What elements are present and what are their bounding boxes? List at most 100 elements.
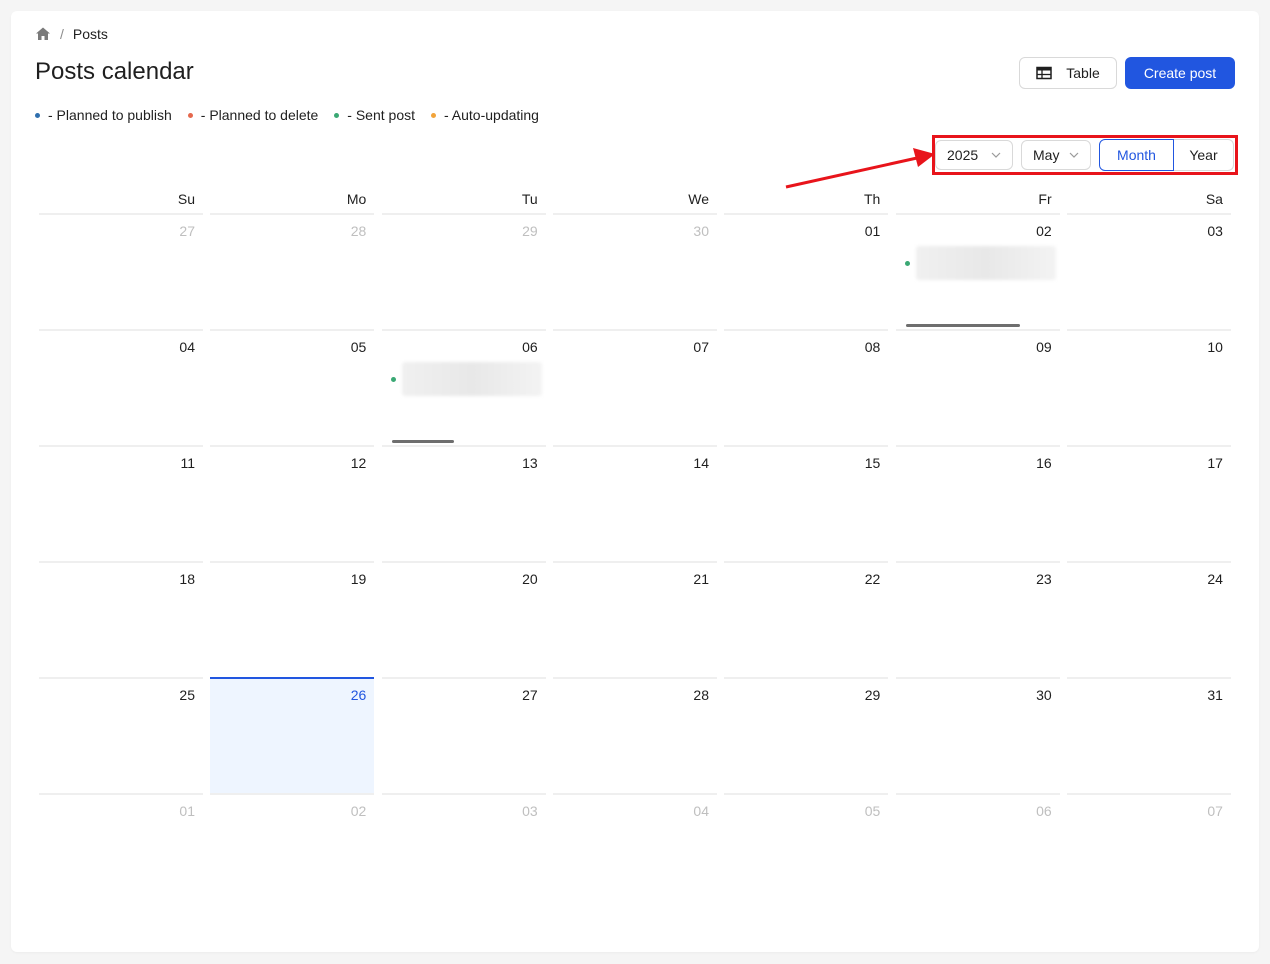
day-number: 01 — [179, 803, 195, 819]
calendar-day[interactable]: 20 — [381, 561, 546, 677]
calendar-day[interactable]: 06 — [381, 329, 546, 445]
calendar-day[interactable]: 05 — [724, 793, 889, 909]
day-number: 07 — [693, 339, 709, 355]
day-number: 02 — [1036, 223, 1052, 239]
calendar-day[interactable]: 02 — [895, 213, 1060, 329]
day-number: 02 — [350, 803, 367, 819]
calendar-day[interactable]: 21 — [552, 561, 717, 677]
month-select[interactable]: May — [1021, 140, 1091, 170]
year-select[interactable]: 2025 — [935, 140, 1013, 170]
calendar-day[interactable]: 09 — [895, 329, 1060, 445]
breadcrumb: / Posts — [35, 26, 108, 42]
calendar-week-row: 18 19 20 21 22 23 24 — [39, 561, 1233, 677]
day-number: 07 — [1207, 803, 1223, 819]
day-number: 20 — [522, 571, 538, 587]
sent-post-dot — [904, 260, 910, 266]
calendar-day[interactable]: 25 — [39, 677, 203, 793]
legend-dot — [35, 112, 40, 118]
calendar-day[interactable]: 29 — [381, 213, 546, 329]
day-number: 03 — [1207, 223, 1223, 239]
calendar-day[interactable]: 29 — [724, 677, 889, 793]
status-legend: - Planned to publish - Planned to delete -… — [35, 107, 555, 123]
day-number: 03 — [522, 803, 538, 819]
calendar-day[interactable]: 03 — [381, 793, 546, 909]
day-number: 28 — [350, 223, 367, 239]
calendar-day[interactable]: 17 — [1066, 445, 1231, 561]
cell-scrollbar[interactable] — [905, 324, 1020, 327]
day-number: 06 — [522, 339, 538, 355]
calendar-day[interactable]: 22 — [724, 561, 889, 677]
cell-scrollbar[interactable] — [391, 440, 454, 443]
day-number: 05 — [864, 803, 881, 819]
calendar-week-row: 27 28 29 30 01 02 03 — [39, 213, 1233, 329]
day-number: 22 — [864, 571, 881, 587]
calendar-grid: Su Mo Tu We Th Fr Sa 27 28 29 30 01 02 03 04 05 06 07 08 0… — [39, 191, 1233, 909]
calendar-day[interactable]: 07 — [1066, 793, 1231, 909]
calendar-day[interactable]: 08 — [724, 329, 889, 445]
calendar-post-event[interactable] — [390, 362, 542, 396]
post-preview-redacted — [401, 362, 542, 396]
posts-calendar-card: / Posts Posts calendar Table Create post… — [11, 11, 1259, 952]
calendar-day[interactable]: 04 — [552, 793, 717, 909]
view-year-button[interactable]: Year — [1174, 139, 1234, 171]
calendar-day[interactable]: 12 — [210, 445, 375, 561]
weekday-header: Su Mo Tu We Th Fr Sa — [39, 191, 1233, 213]
legend-label: - Planned to delete — [200, 107, 319, 123]
home-icon[interactable] — [35, 26, 51, 42]
day-number: 19 — [350, 571, 367, 587]
create-post-button[interactable]: Create post — [1125, 57, 1235, 89]
calendar-day[interactable]: 30 — [552, 213, 717, 329]
calendar-day[interactable]: 28 — [552, 677, 717, 793]
calendar-day-today[interactable]: 26 — [210, 677, 375, 793]
day-number: 13 — [522, 455, 538, 471]
day-number: 16 — [1036, 455, 1052, 471]
day-number: 10 — [1207, 339, 1223, 355]
day-number: 09 — [1036, 339, 1052, 355]
calendar-day[interactable]: 23 — [895, 561, 1060, 677]
calendar-day[interactable]: 30 — [895, 677, 1060, 793]
legend-item: - Planned to publish — [35, 107, 172, 123]
annotation-arrow — [785, 148, 935, 189]
calendar-day[interactable]: 27 — [39, 213, 203, 329]
weekday-label: Fr — [1038, 191, 1052, 207]
calendar-week-row: 25 26 27 28 29 30 31 — [39, 677, 1233, 793]
calendar-day[interactable]: 24 — [1066, 561, 1231, 677]
calendar-day[interactable]: 16 — [895, 445, 1060, 561]
calendar-day[interactable]: 01 — [724, 213, 889, 329]
calendar-day[interactable]: 19 — [210, 561, 375, 677]
calendar-day[interactable]: 28 — [210, 213, 375, 329]
breadcrumb-current[interactable]: Posts — [73, 26, 108, 42]
chevron-down-icon — [1069, 150, 1079, 160]
calendar-day[interactable]: 14 — [552, 445, 717, 561]
legend-label: - Auto-updating — [444, 107, 539, 123]
calendar-post-event[interactable] — [904, 246, 1056, 280]
calendar-day[interactable]: 06 — [895, 793, 1060, 909]
day-number: 29 — [864, 687, 881, 703]
calendar-day[interactable]: 31 — [1066, 677, 1231, 793]
day-number: 05 — [350, 339, 367, 355]
calendar-day[interactable]: 10 — [1066, 329, 1231, 445]
day-number: 12 — [350, 455, 367, 471]
calendar-day[interactable]: 01 — [39, 793, 203, 909]
day-number: 08 — [864, 339, 881, 355]
day-number: 27 — [522, 687, 538, 703]
legend-item: - Planned to delete — [187, 107, 319, 123]
calendar-day[interactable]: 13 — [381, 445, 546, 561]
table-view-label: Table — [1066, 65, 1100, 81]
table-icon — [1036, 66, 1053, 80]
calendar-day[interactable]: 02 — [210, 793, 375, 909]
table-view-button[interactable]: Table — [1019, 57, 1117, 89]
view-mode-toggle: Month Year — [1099, 139, 1234, 171]
page-title: Posts calendar — [35, 58, 194, 85]
calendar-day[interactable]: 18 — [39, 561, 203, 677]
calendar-day[interactable]: 07 — [552, 329, 717, 445]
view-month-button[interactable]: Month — [1099, 139, 1174, 171]
day-number: 26 — [350, 687, 367, 703]
day-number: 21 — [693, 571, 709, 587]
calendar-day[interactable]: 04 — [39, 329, 203, 445]
calendar-day[interactable]: 15 — [724, 445, 889, 561]
calendar-day[interactable]: 27 — [381, 677, 546, 793]
calendar-day[interactable]: 05 — [210, 329, 375, 445]
calendar-day[interactable]: 11 — [39, 445, 203, 561]
calendar-day[interactable]: 03 — [1066, 213, 1231, 329]
